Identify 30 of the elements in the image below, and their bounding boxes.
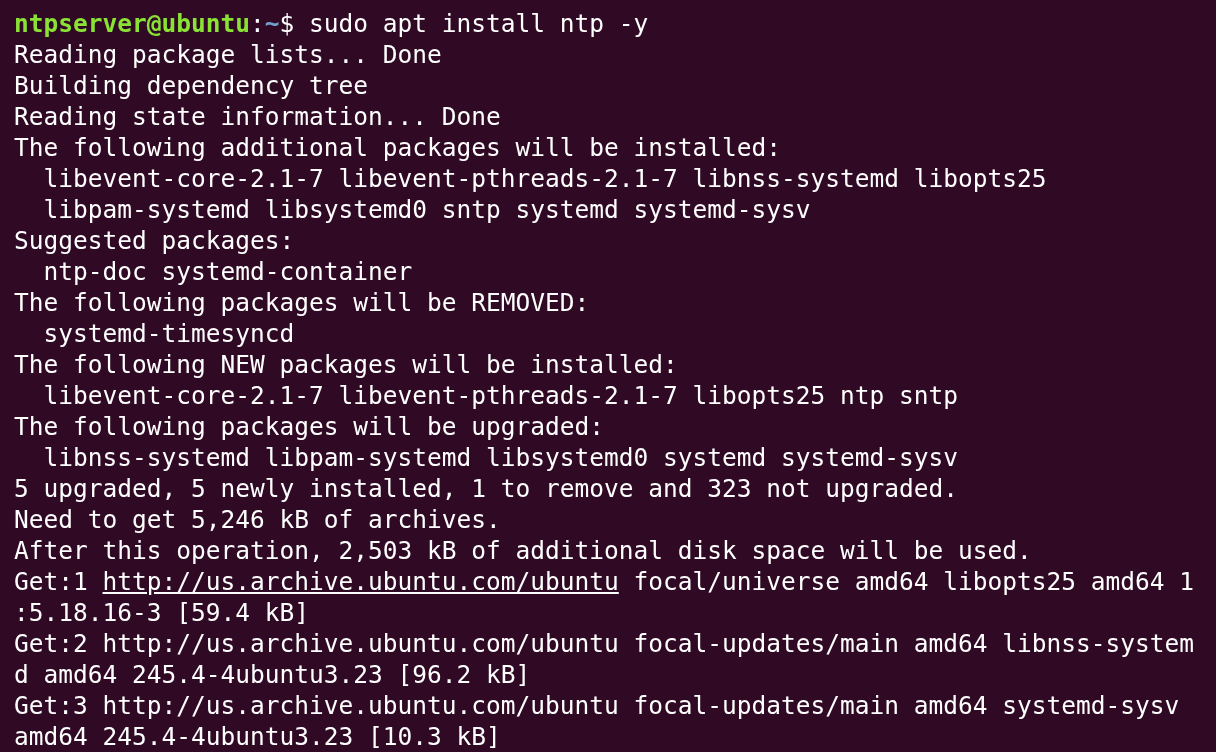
output-line: systemd-timesyncd xyxy=(42,318,296,349)
output-line: The following packages will be REMOVED: xyxy=(14,287,591,318)
output-text: Get:1 xyxy=(14,566,89,597)
output-line: :5.18.16-3 [59.4 kB] xyxy=(14,597,310,628)
prompt-separator: : xyxy=(250,8,265,39)
output-line: After this operation, 2,503 kB of additional disk space will be used. xyxy=(14,535,1033,566)
output-line: d amd64 245.4-4ubuntu3.23 [96.2 kB] xyxy=(14,659,532,690)
output-text: focal/universe amd64 libopts25 amd64 1 xyxy=(632,566,1195,597)
output-line: The following packages will be upgraded: xyxy=(14,411,605,442)
output-line: libnss-systemd libpam-systemd libsystemd0 systemd systemd-sysv xyxy=(42,442,959,473)
output-line: 5 upgraded, 5 newly installed, 1 to remove and 323 not upgraded. xyxy=(14,473,959,504)
output-line: libevent-core-2.1-7 libevent-pthreads-2.1-7 libnss-systemd libopts25 xyxy=(42,163,1048,194)
output-line: Need to get 5,246 kB of archives. xyxy=(14,504,502,535)
prompt-user-host: ntpserver@ubuntu xyxy=(14,8,250,39)
output-line: Suggested packages: xyxy=(14,225,296,256)
output-line: Get:2 http://us.archive.ubuntu.com/ubuntu focal-updates/main amd64 libnss-system xyxy=(14,628,1196,659)
output-line: amd64 245.4-4ubuntu3.23 [10.3 kB] xyxy=(14,721,502,752)
prompt-symbol: $ xyxy=(279,8,296,39)
output-line: The following additional packages will be installed: xyxy=(14,132,782,163)
output-line: libpam-systemd libsystemd0 sntp systemd systemd-sysv xyxy=(42,194,812,225)
output-line: ntp-doc systemd-container xyxy=(42,256,414,287)
output-line: The following NEW packages will be installed: xyxy=(14,349,679,380)
url-link[interactable]: http://us.archive.ubuntu.com/ubuntu xyxy=(102,566,619,597)
output-line: Get:3 http://us.archive.ubuntu.com/ubuntu focal-updates/main amd64 systemd-sysv xyxy=(14,690,1181,721)
command-text: sudo apt install ntp -y xyxy=(309,8,649,39)
output-line: libevent-core-2.1-7 libevent-pthreads-2.1-7 libopts25 ntp sntp xyxy=(42,380,959,411)
output-line: Reading state information... Done xyxy=(14,101,502,132)
output-line: Reading package lists... Done xyxy=(14,39,443,70)
prompt-path: ~ xyxy=(264,8,280,39)
output-line: Building dependency tree xyxy=(14,70,369,101)
